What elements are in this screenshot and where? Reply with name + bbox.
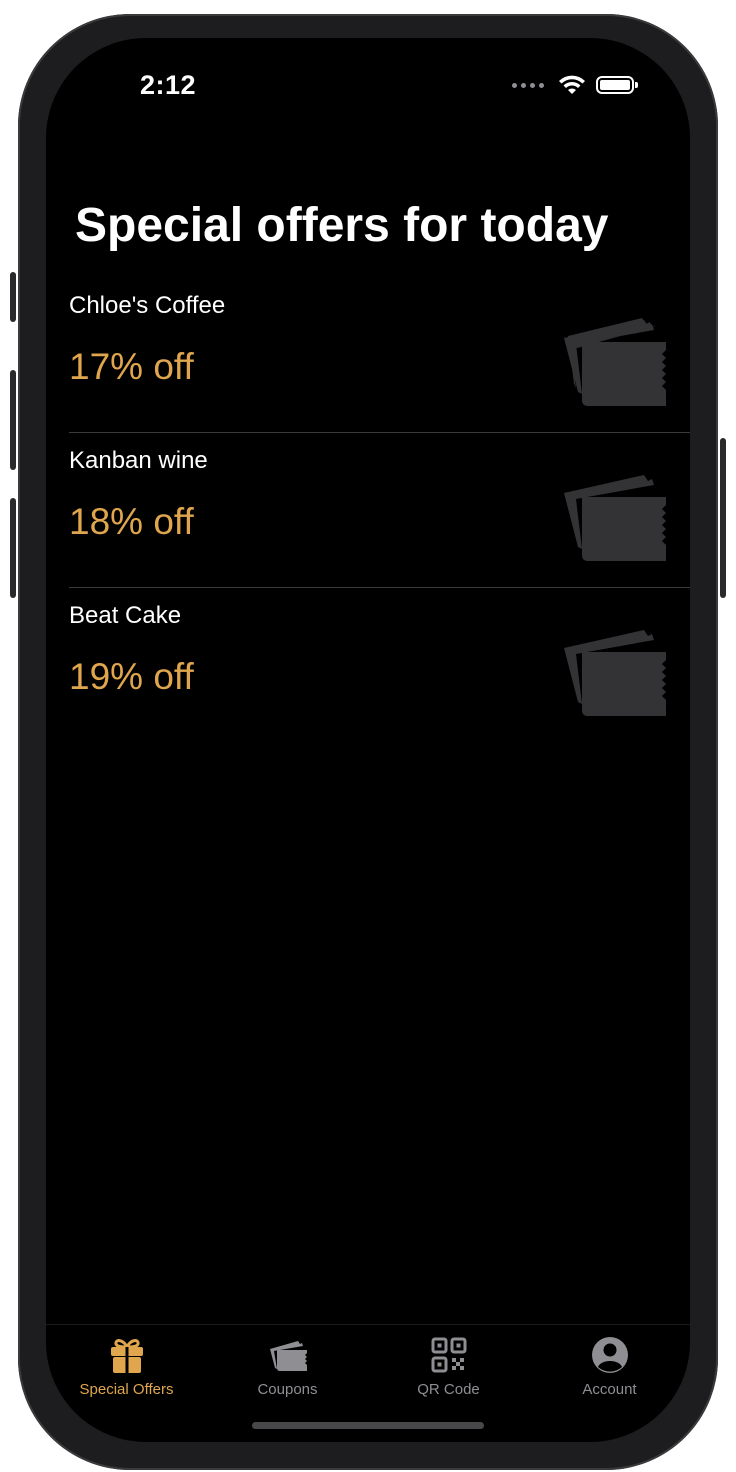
offer-discount: 18% off xyxy=(69,501,194,542)
power-button xyxy=(720,438,726,598)
volume-down-button xyxy=(10,498,16,598)
home-indicator[interactable] xyxy=(252,1422,484,1429)
tab-label: Special Offers xyxy=(79,1381,174,1398)
page-title: Special offers for today xyxy=(75,199,609,252)
offer-name: Chloe's Coffee xyxy=(69,292,226,319)
offer-row[interactable]: Beat Cake 19% off xyxy=(69,588,690,742)
silent-switch xyxy=(10,272,16,322)
tab-account[interactable]: Account xyxy=(529,1325,690,1442)
ticket-icon xyxy=(564,630,666,716)
tab-special-offers[interactable]: Special Offers xyxy=(46,1325,207,1442)
offer-row[interactable]: Kanban wine 18% off xyxy=(69,433,690,588)
qr-code-icon xyxy=(431,1337,466,1373)
battery-icon xyxy=(596,76,638,94)
offer-name: Beat Cake xyxy=(69,602,182,629)
ticket-icon xyxy=(564,318,666,406)
tab-label: Coupons xyxy=(257,1381,318,1398)
volume-up-button xyxy=(10,370,16,470)
offer-name: Kanban wine xyxy=(69,447,208,474)
ticket-icon xyxy=(564,475,666,561)
status-time: 2:12 xyxy=(140,70,197,100)
ticket-icon xyxy=(269,1341,307,1371)
dynamic-island xyxy=(274,58,464,114)
tab-label: QR Code xyxy=(417,1381,480,1398)
status-indicators xyxy=(512,74,638,96)
cellular-signal-icon xyxy=(512,82,544,88)
person-circle-icon xyxy=(591,1337,628,1373)
offer-discount: 17% off xyxy=(69,346,194,387)
offer-row[interactable]: Chloe's Coffee 17% off xyxy=(69,278,690,433)
tab-label: Account xyxy=(582,1381,637,1398)
offers-list: Chloe's Coffee 17% off Kanban wine 18% o… xyxy=(69,278,690,742)
screen: 2:12 Special offers for today Chloe's Co… xyxy=(46,38,690,1442)
offer-discount: 19% off xyxy=(69,656,194,697)
wifi-icon xyxy=(559,75,585,94)
gift-icon xyxy=(110,1339,143,1373)
